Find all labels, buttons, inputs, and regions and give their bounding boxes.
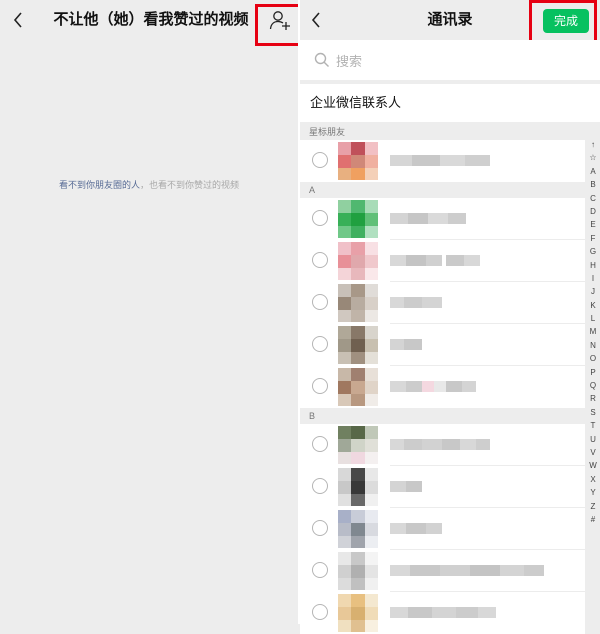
- done-button[interactable]: 完成: [543, 9, 589, 33]
- index-letter[interactable]: T: [586, 419, 600, 432]
- avatar: [338, 326, 378, 364]
- avatar: [338, 552, 378, 590]
- select-checkbox[interactable]: [312, 520, 328, 536]
- index-letter[interactable]: I: [586, 272, 600, 285]
- index-letter[interactable]: ↑: [586, 138, 600, 151]
- avatar: [338, 426, 378, 464]
- index-letter[interactable]: ☆: [586, 151, 600, 164]
- select-checkbox[interactable]: [312, 252, 328, 268]
- contact-row[interactable]: [300, 592, 585, 634]
- select-checkbox[interactable]: [312, 210, 328, 226]
- index-letter[interactable]: Q: [586, 379, 600, 392]
- blurred-name: [390, 213, 466, 224]
- index-letter[interactable]: C: [586, 192, 600, 205]
- contact-row[interactable]: [300, 282, 585, 324]
- avatar: [338, 368, 378, 406]
- avatar: [338, 200, 378, 238]
- empty-state-highlight: 看不到你朋友圈的人: [58, 180, 140, 190]
- contact-row[interactable]: [300, 508, 585, 550]
- page-title: 不让他（她）看我赞过的视频: [53, 11, 249, 28]
- avatar: [338, 594, 378, 632]
- index-letter[interactable]: Y: [586, 486, 600, 499]
- index-letter[interactable]: #: [586, 513, 600, 526]
- select-checkbox[interactable]: [312, 436, 328, 452]
- index-letter[interactable]: F: [586, 232, 600, 245]
- right-header: 通讯录 完成: [300, 0, 600, 40]
- back-button[interactable]: [8, 9, 28, 31]
- search-bar: [300, 40, 600, 80]
- avatar: [338, 284, 378, 322]
- contact-row[interactable]: [300, 240, 585, 282]
- select-checkbox[interactable]: [312, 294, 328, 310]
- contact-row[interactable]: [300, 424, 585, 466]
- index-letter[interactable]: G: [586, 245, 600, 258]
- blurred-name: [390, 339, 422, 350]
- index-letter[interactable]: N: [586, 339, 600, 352]
- contact-row[interactable]: [300, 140, 585, 182]
- search-input[interactable]: [334, 48, 578, 74]
- empty-state-suffix: ，也看不到你赞过的视频: [140, 180, 240, 190]
- blurred-name: [390, 155, 490, 166]
- select-checkbox[interactable]: [312, 478, 328, 494]
- index-letter[interactable]: R: [586, 392, 600, 405]
- blurred-name: [390, 607, 496, 618]
- contact-row[interactable]: [300, 466, 585, 508]
- select-checkbox[interactable]: [312, 604, 328, 620]
- blurred-name: [390, 381, 476, 392]
- index-letter[interactable]: H: [586, 259, 600, 272]
- index-letter[interactable]: L: [586, 312, 600, 325]
- contacts-picker-panel: 通讯录 完成 企业微信联系人 星标朋友 A: [300, 0, 600, 634]
- index-letter[interactable]: V: [586, 446, 600, 459]
- blurred-name: [390, 481, 422, 492]
- index-letter[interactable]: K: [586, 299, 600, 312]
- alphabet-index[interactable]: ↑ ☆ A B C D E F G H I J K L M N O P Q R S T U V W X Y Z #: [586, 138, 600, 526]
- avatar: [338, 142, 378, 180]
- avatar: [338, 242, 378, 280]
- index-letter[interactable]: W: [586, 459, 600, 472]
- avatar: [338, 510, 378, 548]
- add-user-button[interactable]: [268, 8, 292, 32]
- index-letter[interactable]: M: [586, 325, 600, 338]
- contact-row[interactable]: [300, 550, 585, 592]
- blurred-name: [390, 565, 544, 576]
- empty-state-text: 看不到你朋友圈的人，也看不到你赞过的视频: [0, 178, 298, 191]
- search-icon: [314, 52, 329, 67]
- index-letter[interactable]: B: [586, 178, 600, 191]
- section-header-a: A: [309, 185, 316, 195]
- add-user-icon: [269, 11, 290, 30]
- avatar: [338, 468, 378, 506]
- select-checkbox[interactable]: [312, 378, 328, 394]
- contact-row[interactable]: [300, 198, 585, 240]
- blurred-name: [390, 439, 490, 450]
- select-checkbox[interactable]: [312, 336, 328, 352]
- left-header: 不让他（她）看我赞过的视频: [0, 0, 298, 40]
- blurred-name: [390, 297, 442, 308]
- index-letter[interactable]: A: [586, 165, 600, 178]
- blurred-name: [390, 523, 442, 534]
- select-checkbox[interactable]: [312, 152, 328, 168]
- index-letter[interactable]: O: [586, 352, 600, 365]
- contact-row[interactable]: [300, 366, 585, 408]
- index-letter[interactable]: U: [586, 433, 600, 446]
- index-letter[interactable]: J: [586, 285, 600, 298]
- contact-row[interactable]: [300, 324, 585, 366]
- exclude-list-panel: 不让他（她）看我赞过的视频 看不到你朋友圈的人，也看不到你赞过的视频: [0, 0, 303, 624]
- index-letter[interactable]: X: [586, 473, 600, 486]
- enterprise-contacts-item[interactable]: 企业微信联系人: [300, 84, 600, 122]
- section-header-b: B: [309, 411, 316, 421]
- index-letter[interactable]: S: [586, 406, 600, 419]
- index-letter[interactable]: P: [586, 366, 600, 379]
- section-header-starred: 星标朋友: [309, 127, 346, 137]
- select-checkbox[interactable]: [312, 562, 328, 578]
- index-letter[interactable]: Z: [586, 500, 600, 513]
- index-letter[interactable]: D: [586, 205, 600, 218]
- chevron-left-icon: [13, 12, 22, 28]
- blurred-name: [390, 255, 480, 266]
- index-letter[interactable]: E: [586, 218, 600, 231]
